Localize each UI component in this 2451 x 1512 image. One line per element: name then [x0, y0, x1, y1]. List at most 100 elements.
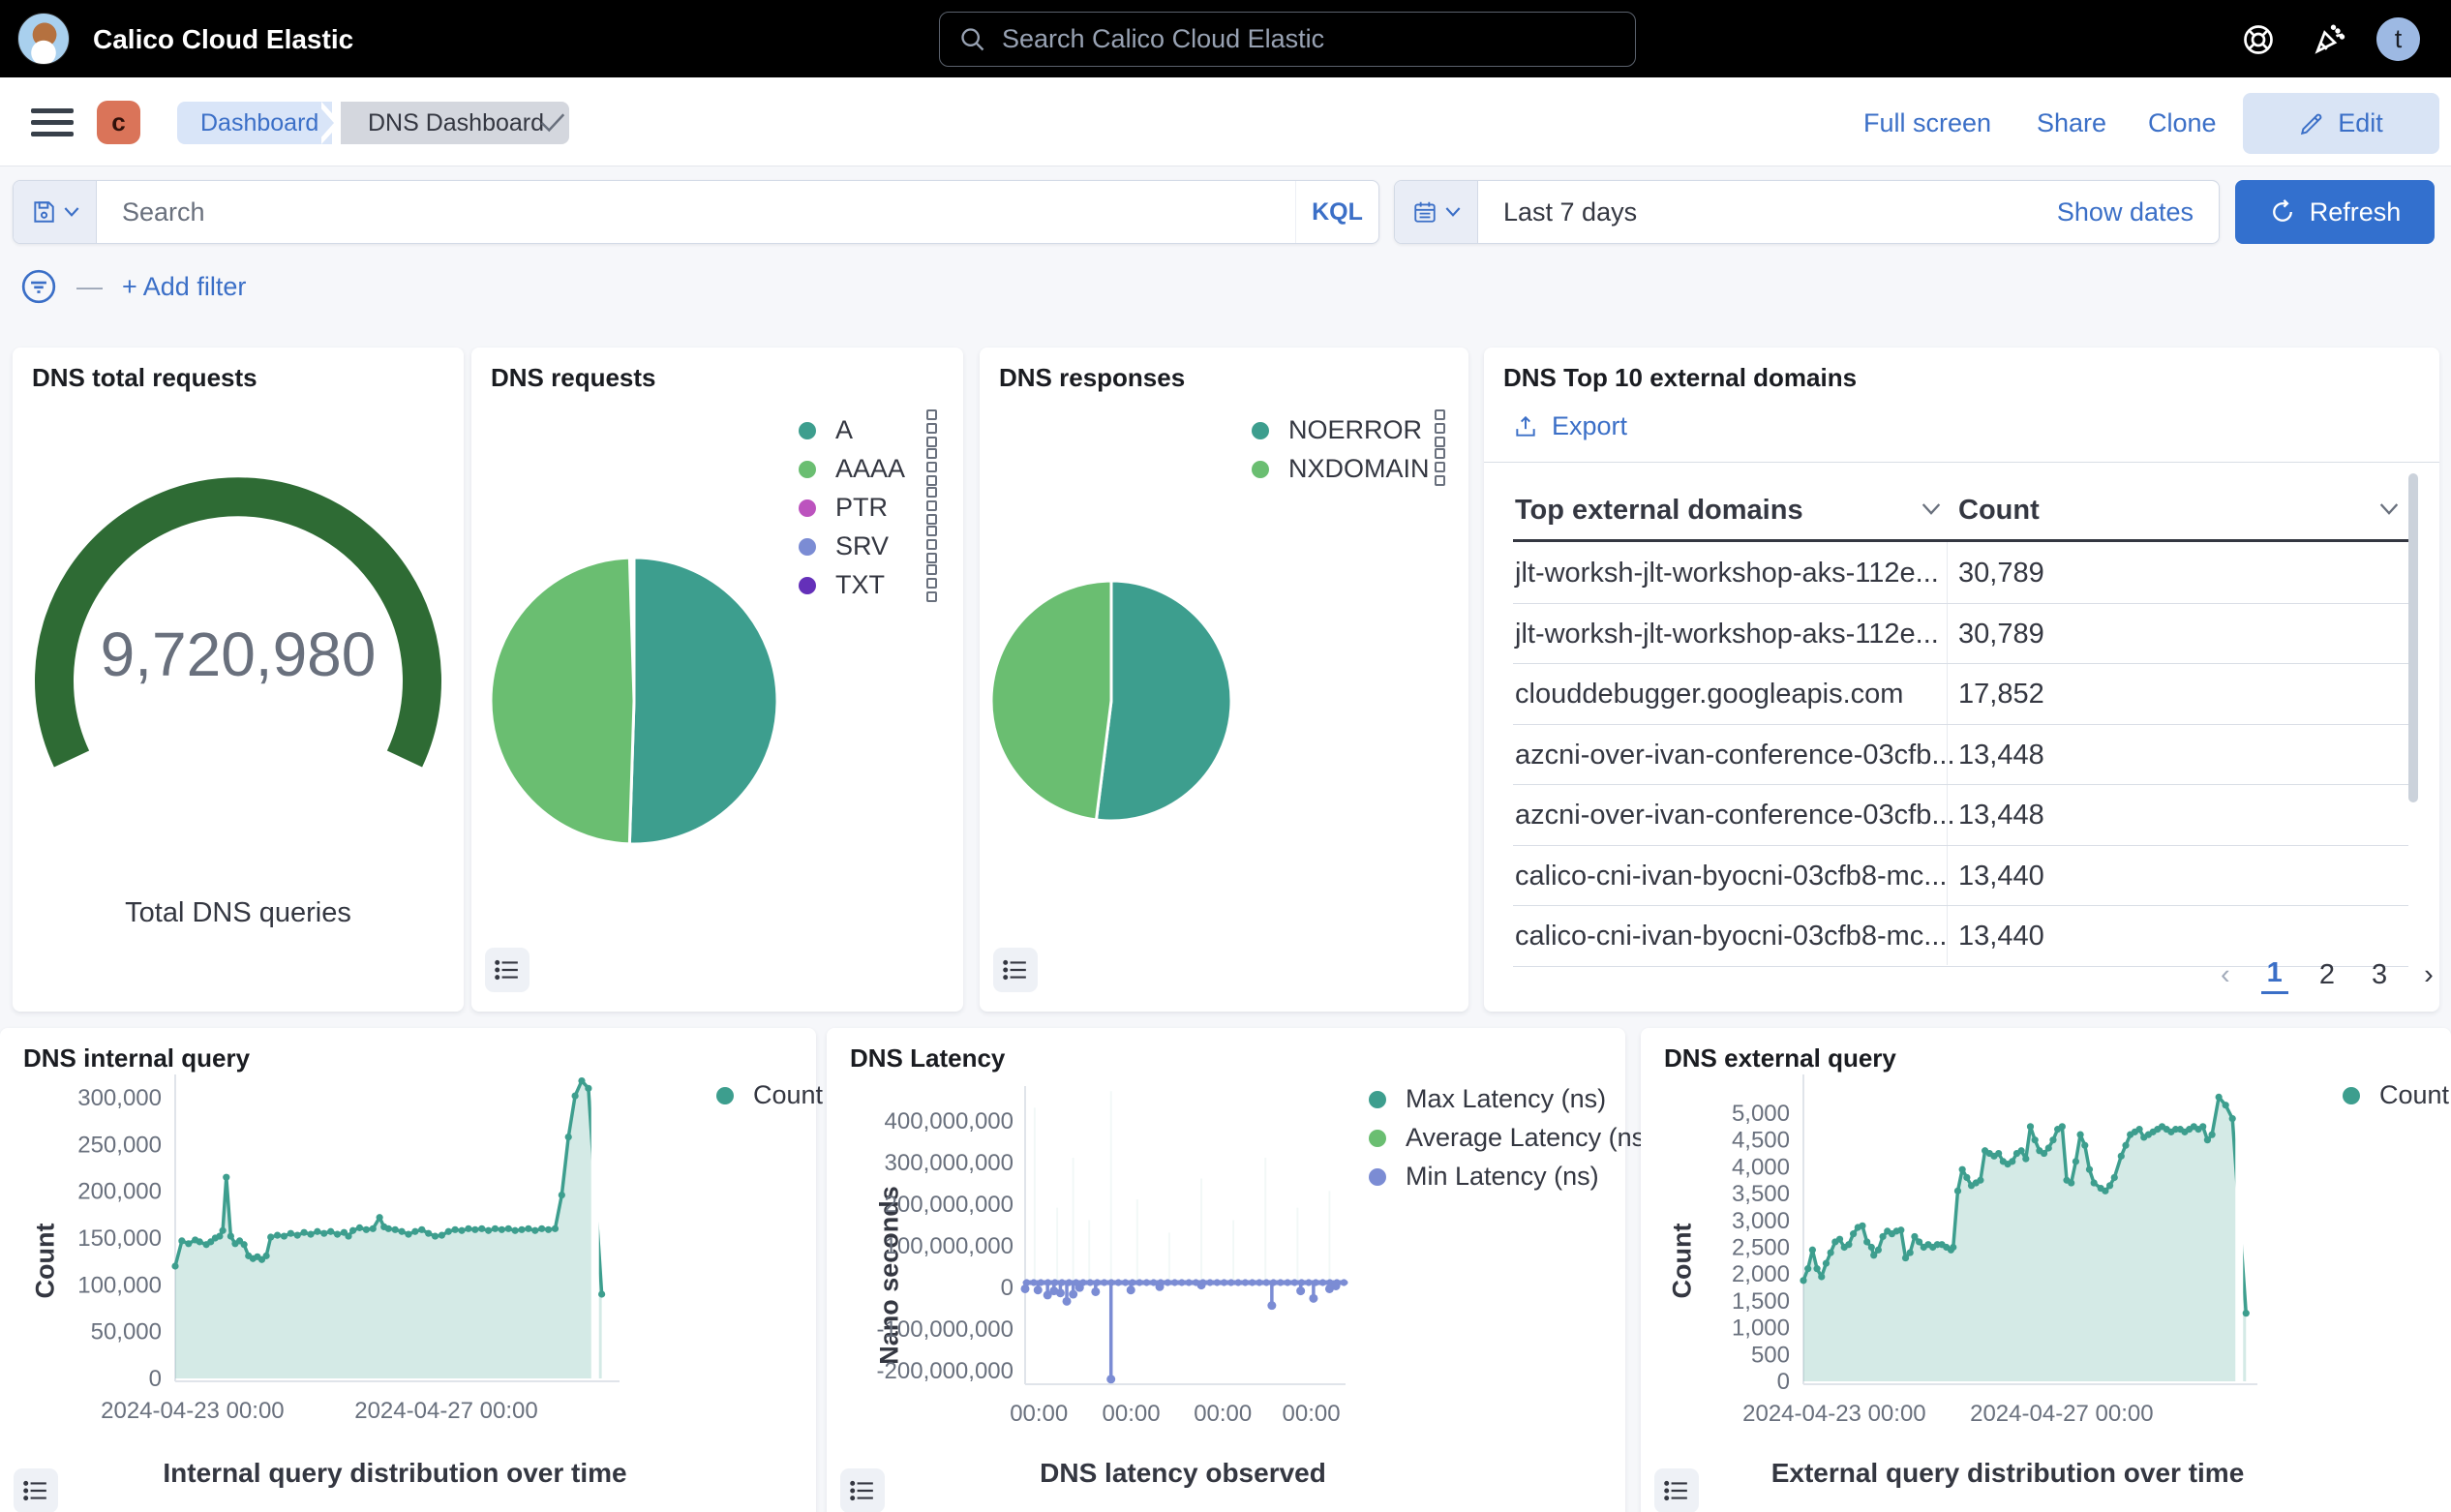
- internal-query-area-chart[interactable]: 050,000100,000150,000200,000250,000300,0…: [0, 1028, 816, 1512]
- add-filter-button[interactable]: + Add filter: [122, 272, 246, 302]
- column-header-count[interactable]: Count: [1958, 495, 2040, 527]
- dns-requests-pie-chart[interactable]: [471, 348, 963, 1012]
- full-screen-button[interactable]: Full screen: [1863, 108, 1991, 138]
- table-cell-domain[interactable]: azcni-over-ivan-conference-03cfb...: [1515, 740, 1955, 771]
- help-lifebuoy-icon[interactable]: [2241, 22, 2276, 57]
- legend-dot: [799, 422, 816, 439]
- filter-icon[interactable]: [20, 268, 57, 305]
- user-avatar[interactable]: t: [2376, 17, 2420, 61]
- panel-dns-top-domains: DNS Top 10 external domains Export Top e…: [1484, 348, 2439, 1012]
- legend-item-actions-icon[interactable]: [926, 487, 940, 528]
- refresh-button[interactable]: Refresh: [2235, 180, 2435, 244]
- kql-search-input[interactable]: Search: [97, 181, 1295, 243]
- svg-text:250,000: 250,000: [77, 1132, 162, 1158]
- table-cell-count: 13,440: [1958, 861, 2044, 892]
- legend-item-actions-icon[interactable]: [926, 409, 940, 450]
- dns-responses-pie-chart[interactable]: [980, 348, 1468, 1012]
- pie-slice-nxdomain[interactable]: [991, 581, 1111, 820]
- breadcrumb-dns-dashboard[interactable]: DNS Dashboard: [341, 102, 569, 144]
- table-scrollbar[interactable]: [2408, 473, 2418, 802]
- legend-item-actions-icon[interactable]: [1435, 448, 1448, 489]
- svg-text:3,000: 3,000: [1732, 1208, 1790, 1234]
- svg-text:4,000: 4,000: [1732, 1154, 1790, 1180]
- svg-text:00:00: 00:00: [1103, 1401, 1161, 1427]
- chart-title: External query distribution over time: [1771, 1458, 2245, 1489]
- query-bar: Search KQL: [13, 180, 1379, 244]
- svg-text:1,500: 1,500: [1732, 1288, 1790, 1315]
- table-cell-count: 13,448: [1958, 740, 2044, 771]
- panel-title: DNS Top 10 external domains: [1503, 363, 1857, 393]
- show-dates-button[interactable]: Show dates: [2032, 181, 2219, 243]
- latency-line-chart[interactable]: 400,000,000300,000,000200,000,000100,000…: [827, 1028, 1625, 1512]
- table-cell-domain[interactable]: calico-cni-ivan-byocni-03cfb8-mc...: [1515, 861, 1947, 892]
- external-query-area-chart[interactable]: 05001,0001,5002,0002,5003,0003,5004,0004…: [1641, 1028, 2451, 1512]
- share-button[interactable]: Share: [2037, 108, 2106, 138]
- pagination-page-1[interactable]: 1: [2261, 955, 2288, 994]
- export-button[interactable]: Export: [1513, 411, 1627, 441]
- saved-query-menu-button[interactable]: [14, 181, 97, 243]
- legend-dot: [1252, 422, 1269, 439]
- edit-button[interactable]: Edit: [2243, 93, 2439, 154]
- pie-slice-aaaa[interactable]: [491, 558, 634, 844]
- legend-label: NOERROR: [1288, 415, 1422, 445]
- pagination-page-2[interactable]: 2: [2314, 957, 2341, 993]
- toggle-data-table-button[interactable]: [14, 1468, 58, 1512]
- column-header-domains[interactable]: Top external domains: [1515, 495, 1803, 527]
- pagination: ‹ 123 ›: [2215, 955, 2439, 994]
- calendar-icon: [1412, 199, 1437, 225]
- clone-button[interactable]: Clone: [2148, 108, 2217, 138]
- table-cell-domain[interactable]: jlt-worksh-jlt-workshop-aks-112e...: [1515, 619, 1939, 650]
- pagination-page-3[interactable]: 3: [2366, 957, 2393, 993]
- global-search-placeholder: Search Calico Cloud Elastic: [1002, 24, 1324, 54]
- toggle-data-table-button[interactable]: [485, 948, 530, 992]
- space-badge[interactable]: c: [97, 101, 140, 144]
- legend-item-ptr[interactable]: PTR: [799, 493, 888, 523]
- menu-hamburger-icon[interactable]: [31, 108, 74, 137]
- time-picker-menu-button[interactable]: [1395, 181, 1478, 243]
- legend-label: PTR: [835, 493, 888, 523]
- svg-text:2024-04-27 00:00: 2024-04-27 00:00: [1970, 1401, 2154, 1427]
- pie-slice-noerror[interactable]: [1096, 581, 1231, 821]
- legend-item-actions-icon[interactable]: [926, 564, 940, 605]
- legend-dot: [799, 538, 816, 556]
- svg-text:-200,000,000: -200,000,000: [877, 1358, 1014, 1384]
- legend-item-srv[interactable]: SRV: [799, 531, 889, 561]
- sort-chevron-icon[interactable]: [2379, 502, 2399, 516]
- pie-slice-a[interactable]: [629, 558, 777, 844]
- table-cell-domain[interactable]: jlt-worksh-jlt-workshop-aks-112e...: [1515, 558, 1939, 590]
- pagination-prev-icon[interactable]: ‹: [2215, 957, 2236, 993]
- table-cell-domain[interactable]: clouddebugger.googleapis.com: [1515, 679, 1903, 711]
- legend-item-actions-icon[interactable]: [926, 448, 940, 489]
- export-icon: [1513, 414, 1538, 439]
- toggle-data-table-button[interactable]: [1654, 1468, 1699, 1512]
- legend-dot: [799, 499, 816, 517]
- legend-item-txt[interactable]: TXT: [799, 570, 885, 600]
- legend-item-actions-icon[interactable]: [1435, 409, 1448, 450]
- panel-dns-internal-query: DNS internal query Count Count 050,00010…: [0, 1028, 816, 1512]
- kql-language-button[interactable]: KQL: [1295, 181, 1378, 243]
- legend-item-a[interactable]: A: [799, 415, 853, 445]
- svg-text:2024-04-27 00:00: 2024-04-27 00:00: [354, 1398, 538, 1424]
- pagination-next-icon[interactable]: ›: [2418, 957, 2439, 993]
- legend-item-aaaa[interactable]: AAAA: [799, 454, 905, 484]
- table-cell-domain[interactable]: azcni-over-ivan-conference-03cfb...: [1515, 800, 1955, 832]
- table-cell-domain[interactable]: calico-cni-ivan-byocni-03cfb8-mc...: [1515, 921, 1947, 953]
- calico-logo[interactable]: [17, 13, 70, 65]
- legend-item-noerror[interactable]: NOERROR: [1252, 415, 1422, 445]
- time-range-value[interactable]: Last 7 days: [1478, 181, 2032, 243]
- news-party-popper-icon[interactable]: [2312, 22, 2346, 57]
- svg-text:3,500: 3,500: [1732, 1181, 1790, 1207]
- legend-item-actions-icon[interactable]: [926, 526, 940, 566]
- legend-dot: [1252, 461, 1269, 478]
- toggle-data-table-button[interactable]: [840, 1468, 885, 1512]
- toggle-data-table-button[interactable]: [993, 948, 1038, 992]
- gauge-caption: Total DNS queries: [13, 897, 464, 929]
- global-search-input[interactable]: Search Calico Cloud Elastic: [939, 12, 1636, 67]
- breadcrumb-dashboard[interactable]: Dashboard: [177, 102, 332, 144]
- legend-item-nxdomain[interactable]: NXDOMAIN: [1252, 454, 1430, 484]
- svg-text:400,000,000: 400,000,000: [885, 1108, 1014, 1134]
- svg-text:300,000: 300,000: [77, 1085, 162, 1111]
- top-bar: Calico Cloud Elastic Search Calico Cloud…: [0, 0, 2451, 77]
- sort-chevron-icon[interactable]: [1921, 502, 1941, 516]
- panel-dns-external-query: DNS external query Count Count 05001,000…: [1641, 1028, 2451, 1512]
